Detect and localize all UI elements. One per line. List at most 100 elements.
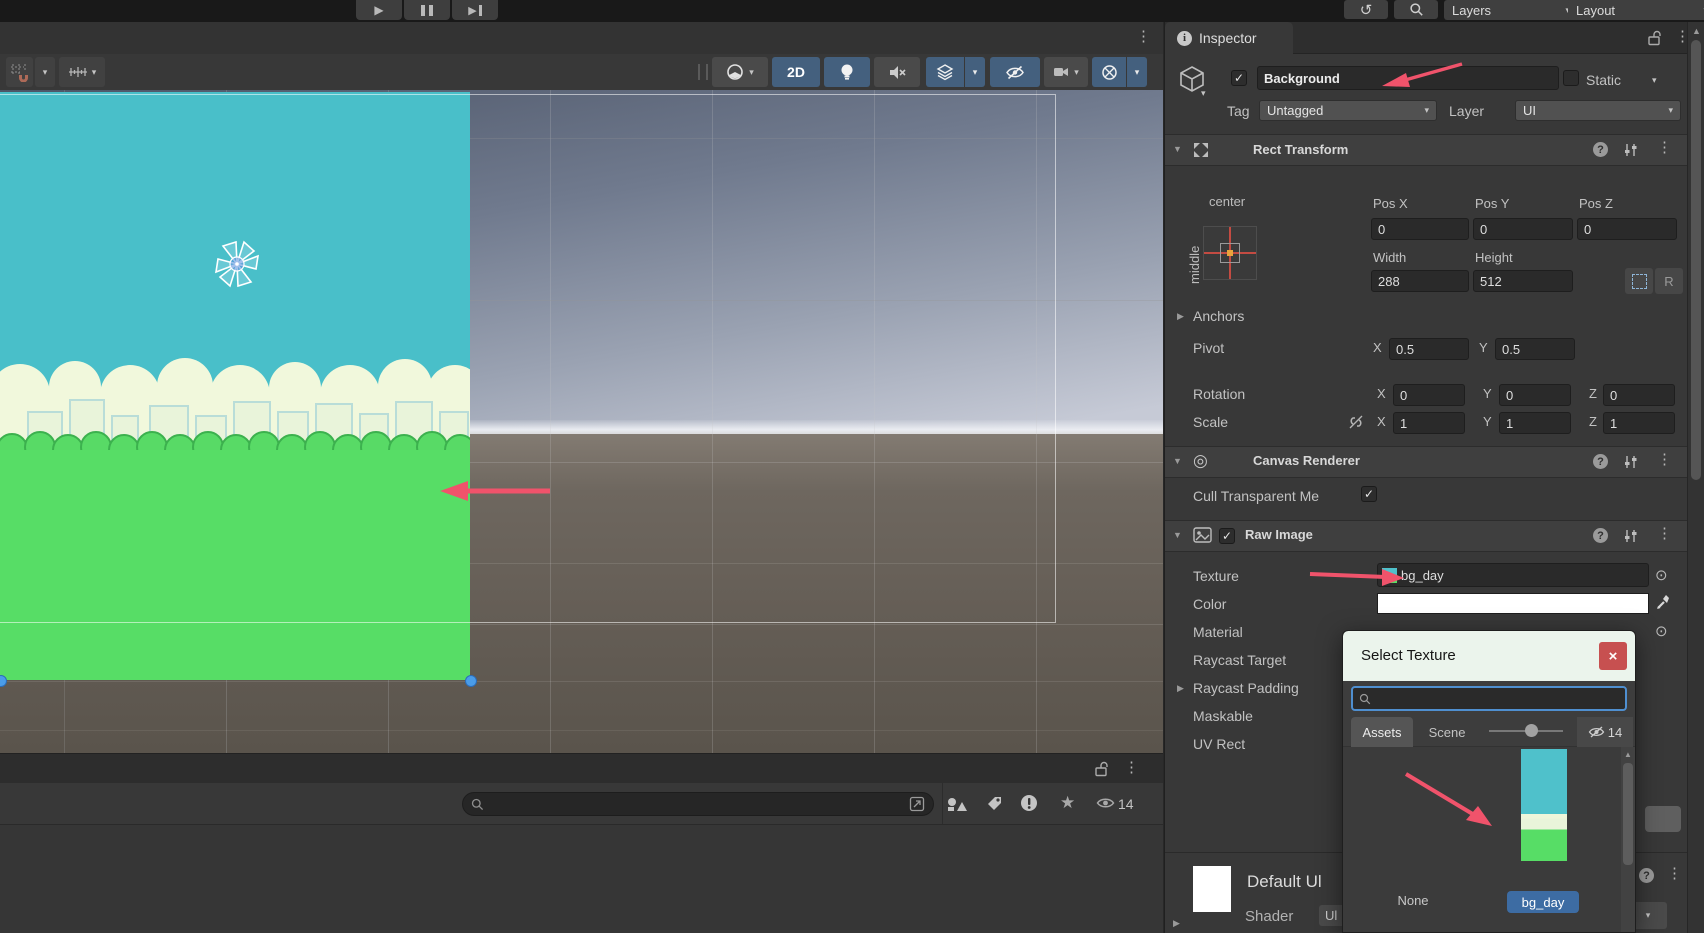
windmill-gizmo[interactable]: [209, 236, 265, 292]
tag-dropdown[interactable]: Untagged ▾: [1259, 100, 1437, 121]
raw-image-header[interactable]: [1165, 520, 1687, 552]
static-dropdown[interactable]: ▾: [1652, 75, 1657, 86]
rotation-x-field[interactable]: 0: [1393, 384, 1465, 406]
pivot-y-field[interactable]: 0.5: [1495, 338, 1575, 360]
2d-toggle-button[interactable]: 2D: [772, 57, 820, 87]
canvas-renderer-header[interactable]: [1165, 446, 1687, 478]
foldout-closed-icon[interactable]: ▶: [1177, 683, 1184, 694]
texture-item-bgday-thumb[interactable]: [1521, 749, 1567, 861]
active-checkbox[interactable]: ✓: [1231, 70, 1247, 86]
foldout-closed-icon[interactable]: ▶: [1173, 918, 1180, 929]
pivot-x-field[interactable]: 0.5: [1389, 338, 1469, 360]
texture-object-field[interactable]: bg_day: [1377, 563, 1649, 587]
undo-history-button[interactable]: ↺: [1344, 0, 1388, 19]
lock-icon[interactable]: [1647, 30, 1661, 46]
global-search-button[interactable]: [1394, 0, 1438, 19]
layers-dropdown[interactable]: Layers ▾: [1444, 0, 1578, 20]
lock-icon[interactable]: [1094, 761, 1108, 777]
static-checkbox[interactable]: [1563, 70, 1579, 86]
blueprint-mode-button[interactable]: [1625, 268, 1653, 294]
help-icon[interactable]: ?: [1593, 454, 1608, 469]
shading-mode-button[interactable]: ▾: [712, 57, 768, 87]
component-kebab[interactable]: ⋮: [1657, 141, 1672, 155]
layer-dropdown[interactable]: UI ▾: [1515, 100, 1681, 121]
star-filter-icon[interactable]: ★: [1060, 793, 1075, 813]
scroll-up-arrow[interactable]: ▲: [1692, 26, 1701, 36]
scroll-up-arrow[interactable]: ▲: [1624, 750, 1632, 759]
console-search-input[interactable]: [490, 796, 909, 812]
toolbar-drag-handle[interactable]: [698, 64, 708, 80]
scene-viewport[interactable]: [0, 90, 1163, 753]
help-icon[interactable]: ?: [1593, 528, 1608, 543]
scrollbar-thumb[interactable]: [1691, 40, 1701, 480]
play-button[interactable]: ▶: [356, 0, 402, 20]
hidden-objects-button[interactable]: [990, 57, 1040, 87]
panel-menu-kebab[interactable]: ⋮: [1124, 761, 1139, 775]
color-swatch-field[interactable]: [1377, 593, 1649, 614]
gameobject-icon-dropdown[interactable]: ▾: [1201, 88, 1206, 99]
anchor-preset-widget[interactable]: [1203, 226, 1257, 280]
tag-filter-icon[interactable]: [986, 795, 1003, 812]
foldout-open-icon[interactable]: ▼: [1173, 530, 1182, 540]
broken-link-icon[interactable]: [1347, 414, 1365, 430]
snap-increment-button[interactable]: ▾: [59, 57, 105, 87]
open-in-window-icon[interactable]: [909, 796, 925, 812]
collab-filter-icon[interactable]: [946, 795, 968, 812]
popup-search-field[interactable]: [1351, 686, 1627, 711]
help-icon[interactable]: ?: [1593, 142, 1608, 157]
popup-scrollbar-thumb[interactable]: [1623, 763, 1633, 865]
hidden-count-button[interactable]: 14: [1577, 717, 1633, 747]
layout-dropdown[interactable]: Layout ▾: [1568, 0, 1704, 20]
component-kebab[interactable]: ⋮: [1657, 527, 1672, 541]
help-icon[interactable]: ?: [1639, 868, 1654, 883]
popup-search-input[interactable]: [1375, 691, 1619, 707]
audio-mute-button[interactable]: [874, 57, 920, 87]
tab-scene[interactable]: Scene: [1417, 717, 1477, 747]
grid-snap-button[interactable]: [6, 57, 33, 87]
tab-assets[interactable]: Assets: [1351, 717, 1413, 747]
material-kebab[interactable]: ⋮: [1667, 867, 1682, 881]
scale-z-field[interactable]: 1: [1603, 412, 1675, 434]
scale-x-field[interactable]: 1: [1393, 412, 1465, 434]
grid-snap-dropdown[interactable]: ▾: [35, 57, 55, 87]
presets-icon[interactable]: [1623, 528, 1639, 544]
presets-icon[interactable]: [1623, 454, 1639, 470]
presets-icon[interactable]: [1623, 142, 1639, 158]
raw-image-enabled-checkbox[interactable]: ✓: [1219, 528, 1235, 544]
inspector-scrollbar[interactable]: ▲: [1687, 22, 1704, 933]
foldout-closed-icon[interactable]: ▶: [1177, 311, 1184, 322]
eye-count-icon[interactable]: [1096, 796, 1115, 810]
popup-titlebar[interactable]: Select Texture ×: [1343, 631, 1636, 681]
foldout-open-icon[interactable]: ▼: [1173, 456, 1182, 466]
cull-transparent-mesh-checkbox[interactable]: ✓: [1361, 486, 1377, 502]
width-field[interactable]: 288: [1371, 270, 1469, 292]
gizmos-button[interactable]: [1092, 57, 1126, 87]
eyedropper-icon[interactable]: [1655, 593, 1671, 611]
scene-menu-kebab[interactable]: ⋮: [1136, 30, 1151, 44]
texture-item-none-label[interactable]: None: [1383, 893, 1443, 908]
object-picker-icon[interactable]: ⊙: [1655, 566, 1668, 584]
rotation-z-field[interactable]: 0: [1603, 384, 1675, 406]
rotation-y-field[interactable]: 0: [1499, 384, 1571, 406]
step-button[interactable]: ▶: [452, 0, 498, 20]
texture-item-bgday-label[interactable]: bg_day: [1507, 891, 1579, 913]
effects-button[interactable]: [926, 57, 964, 87]
rect-transform-header[interactable]: [1165, 134, 1687, 166]
effects-dropdown[interactable]: ▾: [965, 57, 985, 87]
foldout-open-icon[interactable]: ▼: [1173, 144, 1182, 154]
scale-y-field[interactable]: 1: [1499, 412, 1571, 434]
raw-edit-mode-button[interactable]: R: [1655, 268, 1683, 294]
rect-handle-bottom-right[interactable]: [465, 675, 477, 687]
gizmos-dropdown[interactable]: ▾: [1127, 57, 1147, 87]
pause-button[interactable]: [404, 0, 450, 20]
slider-handle[interactable]: [1525, 724, 1538, 737]
pos-y-field[interactable]: 0: [1473, 218, 1573, 240]
object-picker-icon[interactable]: ⊙: [1655, 622, 1668, 640]
console-search-field[interactable]: [462, 792, 934, 816]
camera-settings-button[interactable]: ▾: [1044, 57, 1088, 87]
popup-close-button[interactable]: ×: [1599, 642, 1627, 670]
warning-filter-icon[interactable]: [1020, 794, 1038, 812]
component-kebab[interactable]: ⋮: [1657, 453, 1672, 467]
pos-x-field[interactable]: 0: [1371, 218, 1469, 240]
lighting-toggle-button[interactable]: [824, 57, 870, 87]
